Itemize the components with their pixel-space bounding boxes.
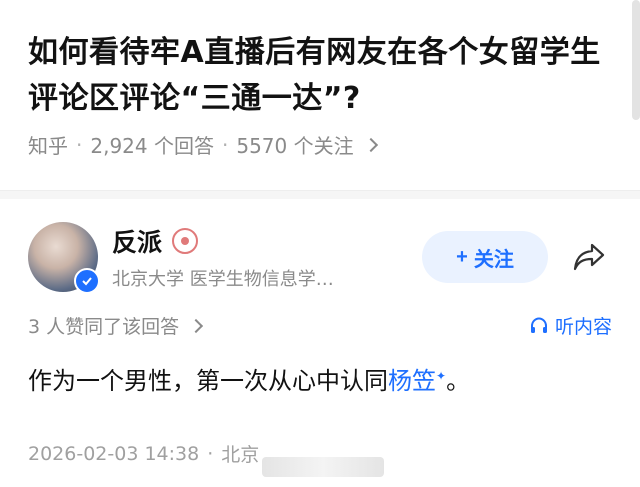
content-text: 作为一个男性，第一次从心中认同 <box>28 367 388 395</box>
content-end: 。 <box>446 367 471 395</box>
author-name[interactable]: 反派 <box>112 223 162 259</box>
follow-button[interactable]: + 关注 <box>422 231 548 283</box>
verified-icon <box>74 268 100 294</box>
meta-separator: · <box>207 442 214 465</box>
content-link[interactable]: 杨笠 <box>388 367 436 395</box>
listen-button[interactable]: 听内容 <box>529 312 612 339</box>
question-meta: 知乎 · 2,924 个回答 · 5570 个关注 <box>28 130 612 159</box>
author-row: 反派 北京大学 医学生物信息学… + 关注 <box>28 222 612 294</box>
plus-icon: + <box>456 245 468 268</box>
followers-count[interactable]: 5570 个关注 <box>236 130 353 159</box>
chevron-right-icon[interactable] <box>363 137 378 152</box>
avatar[interactable] <box>28 222 100 294</box>
like-row: 3 人赞同了该回答 听内容 <box>28 312 612 339</box>
question-title[interactable]: 如何看待牢A直播后有网友在各个女留学生评论区评论“三通一达”? <box>28 30 612 122</box>
author-description: 北京大学 医学生物信息学… <box>112 269 334 290</box>
author-info: 反派 北京大学 医学生物信息学… <box>112 223 422 291</box>
meta-separator: · <box>76 132 83 157</box>
share-icon[interactable] <box>566 234 612 280</box>
post-date: 2026-02-03 14:38 <box>28 442 200 465</box>
answer-content: 作为一个男性，第一次从心中认同杨笠✦。 <box>28 359 612 398</box>
chevron-right-icon <box>189 318 204 333</box>
follow-label: 关注 <box>473 248 514 271</box>
like-summary[interactable]: 3 人赞同了该回答 <box>28 312 204 339</box>
post-location: 北京 <box>221 444 260 466</box>
author-badge-icon <box>172 228 199 254</box>
author-name-row: 反派 <box>112 223 422 259</box>
question-header: 如何看待牢A直播后有网友在各个女留学生评论区评论“三通一达”? 知乎 · 2,9… <box>0 0 640 159</box>
answers-count[interactable]: 2,924 个回答 <box>90 130 214 159</box>
scrollbar-thumb[interactable] <box>632 0 640 120</box>
meta-separator: · <box>221 132 229 157</box>
blurred-overlay <box>262 457 384 477</box>
headphones-icon <box>530 316 547 333</box>
sparkle-icon: ✦ <box>436 369 447 383</box>
like-text: 3 人赞同了该回答 <box>28 316 180 338</box>
listen-label: 听内容 <box>554 316 612 338</box>
answer-card: 反派 北京大学 医学生物信息学… + 关注 3 人赞同了该回答 听内容 作为一个… <box>0 198 640 467</box>
question-source: 知乎 <box>28 134 68 158</box>
